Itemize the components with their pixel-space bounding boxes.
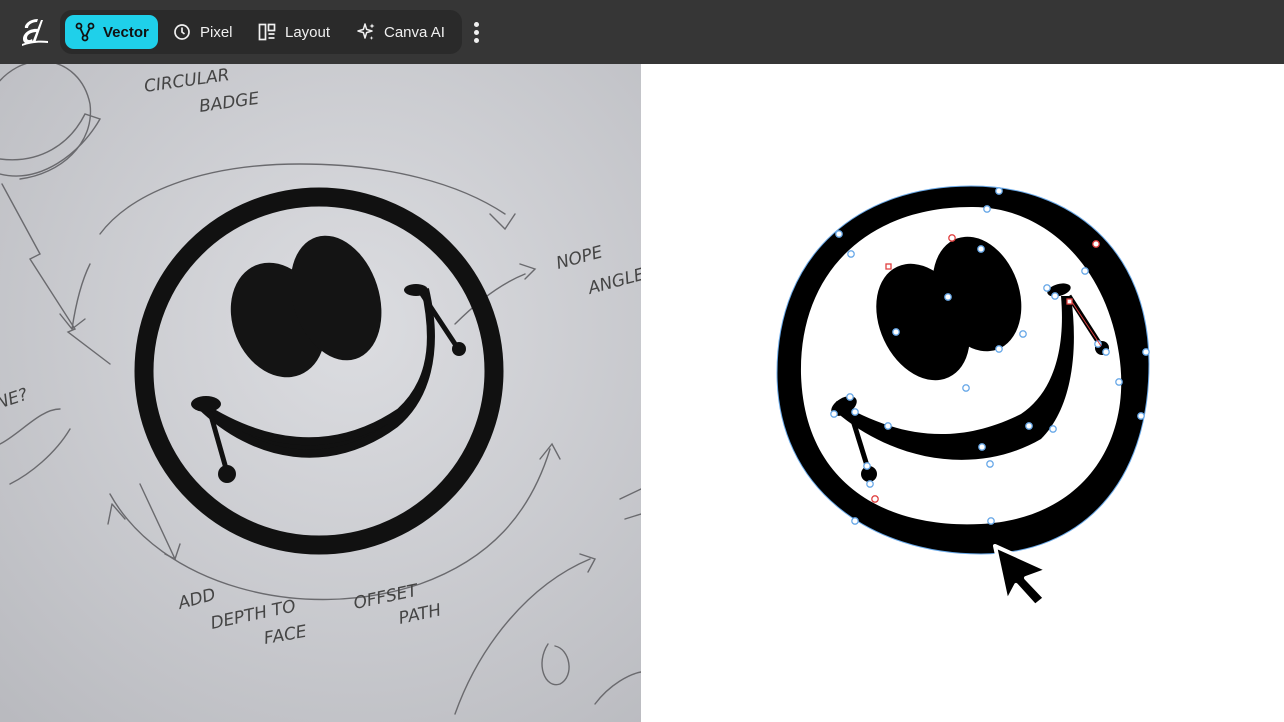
more-dot <box>473 21 479 27</box>
selected-segment <box>1071 301 1102 347</box>
more-vertical-icon[interactable] <box>466 16 486 48</box>
anchor-node[interactable] <box>892 328 900 336</box>
mode-pixel-button[interactable]: Pixel <box>163 15 239 49</box>
pixel-circle-icon <box>172 22 192 42</box>
anchor-node[interactable] <box>884 422 892 430</box>
anchor-node[interactable] <box>1043 284 1051 292</box>
anchor-node[interactable] <box>995 345 1003 353</box>
vector-nodes-icon <box>75 22 95 42</box>
anchor-node[interactable] <box>1137 412 1145 420</box>
mode-layout-label: Layout <box>285 23 331 41</box>
more-dot <box>473 29 479 35</box>
anchor-node[interactable] <box>1102 348 1110 356</box>
anchor-node[interactable] <box>1025 422 1033 430</box>
anchor-node[interactable] <box>835 230 843 238</box>
anchor-node[interactable] <box>830 410 838 418</box>
mode-switcher: Vector Pixel Layout Canva AI <box>60 10 462 54</box>
anchor-node[interactable] <box>1142 348 1150 356</box>
mode-canva-ai-button[interactable]: Canva AI <box>347 15 457 49</box>
vector-smiley-artwork[interactable] <box>641 64 1284 722</box>
anchor-node[interactable] <box>846 393 854 401</box>
anchor-node[interactable] <box>1019 330 1027 338</box>
anchor-node[interactable] <box>851 517 859 525</box>
top-bar: Vector Pixel Layout Canva AI <box>0 0 1284 64</box>
anchor-node[interactable] <box>977 245 985 253</box>
sparkle-icon <box>356 22 376 42</box>
anchor-node[interactable] <box>978 443 986 451</box>
anchor-node[interactable] <box>944 293 952 301</box>
anchor-node[interactable] <box>1081 267 1089 275</box>
affinity-logo-icon[interactable] <box>18 16 50 48</box>
vector-canvas[interactable] <box>641 64 1284 722</box>
anchor-node[interactable] <box>863 462 871 470</box>
mode-layout-button[interactable]: Layout <box>248 15 338 49</box>
mode-vector-button[interactable]: Vector <box>65 15 158 49</box>
more-dot <box>473 37 479 43</box>
anchor-node[interactable] <box>962 384 970 392</box>
sketch-photo-panel: CIRCULAR BADGE NOPE ANGLE ADD DEPTH TO F… <box>0 64 641 722</box>
vector-smiley[interactable] <box>776 185 1150 555</box>
mode-pixel-label: Pixel <box>200 23 233 41</box>
anchor-node[interactable] <box>995 187 1003 195</box>
anchor-node[interactable] <box>847 250 855 258</box>
anchor-node[interactable] <box>986 460 994 468</box>
cursor-arrow-icon <box>993 544 1050 608</box>
mode-vector-label: Vector <box>103 23 149 41</box>
anchor-node[interactable] <box>983 205 991 213</box>
sketch-photo: CIRCULAR BADGE NOPE ANGLE ADD DEPTH TO F… <box>0 64 641 722</box>
layout-grid-icon <box>257 22 277 42</box>
anchor-node[interactable] <box>866 480 874 488</box>
mode-canva-ai-label: Canva AI <box>384 23 445 41</box>
anchor-node[interactable] <box>1049 425 1057 433</box>
anchor-node[interactable] <box>851 408 859 416</box>
anchor-node[interactable] <box>987 517 995 525</box>
anchor-node[interactable] <box>1051 292 1059 300</box>
anchor-node[interactable] <box>1115 378 1123 386</box>
